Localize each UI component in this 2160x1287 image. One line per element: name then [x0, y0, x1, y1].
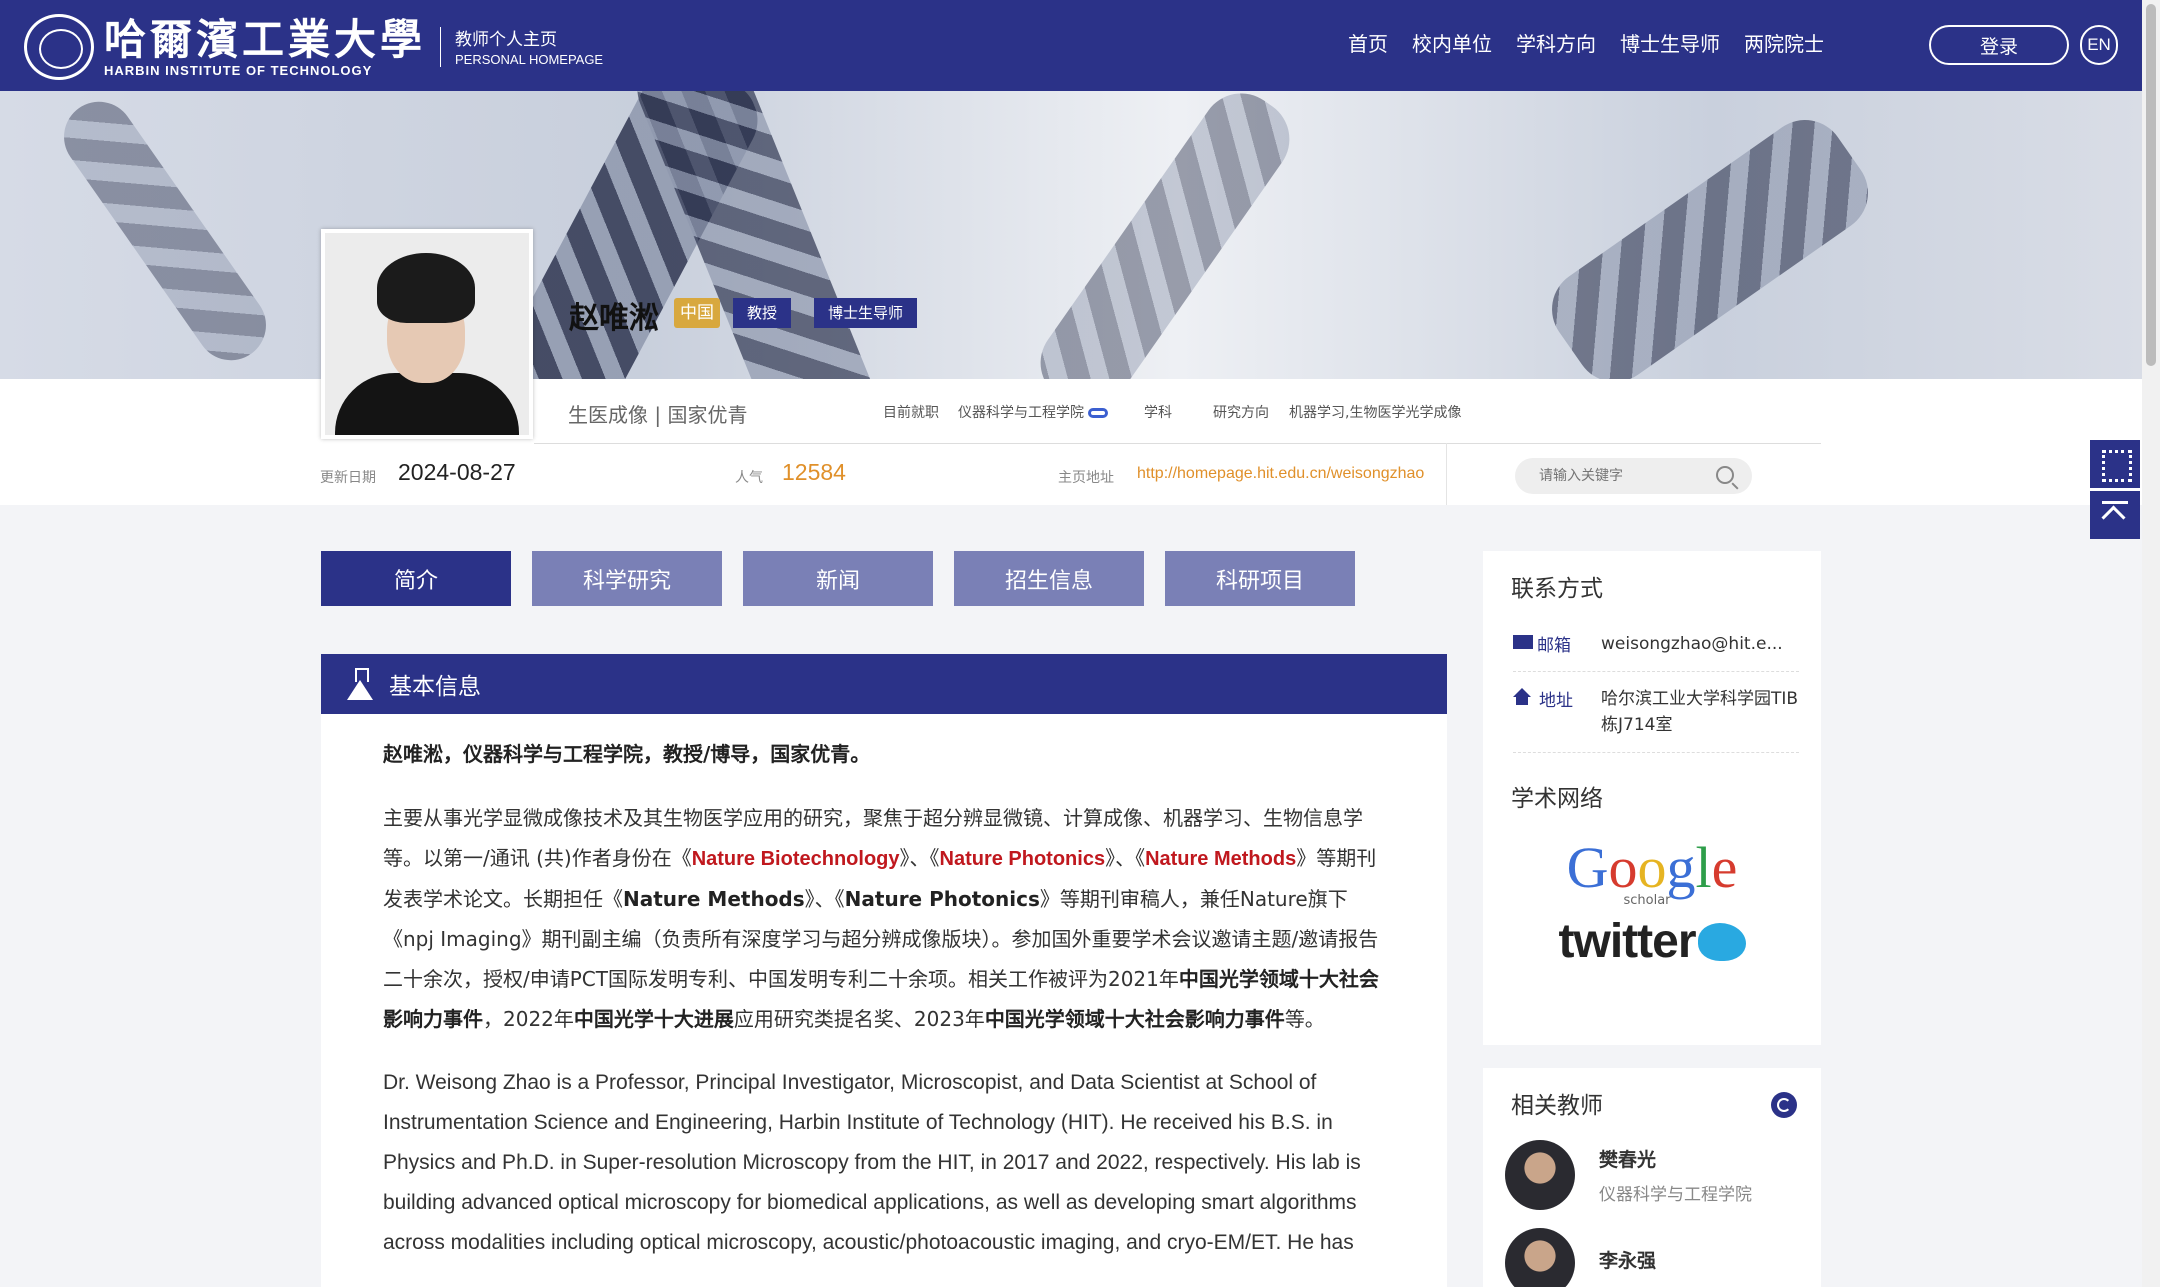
- updated-date: 2024-08-27: [398, 459, 516, 485]
- teacher-name: 李永强: [1599, 1249, 1657, 1272]
- scholar-caption: scholar: [1623, 893, 1671, 908]
- avatar: [1505, 1140, 1575, 1210]
- nav-phd-supervisors[interactable]: 博士生导师: [1620, 28, 1720, 57]
- mail-icon: [1513, 635, 1533, 649]
- content-tabs: 简介 科学研究 新闻 招生信息 科研项目: [321, 551, 1355, 606]
- contact-address-row: 地址 哈尔滨工业大学科学园TIB栋J714室: [1513, 672, 1799, 753]
- nav-home[interactable]: 首页: [1348, 28, 1388, 57]
- divider: [1446, 443, 1447, 505]
- google-scholar-logo[interactable]: Google: [1483, 837, 1821, 899]
- research-value: 机器学习,生物医学光学成像: [1289, 405, 1462, 421]
- top-navbar: 哈爾濱工業大學 HARBIN INSTITUTE OF TECHNOLOGY 教…: [0, 0, 2142, 91]
- address-label: 地址: [1539, 691, 1573, 711]
- intro-paragraph-en: Dr. Weisong Zhao is a Professor, Princip…: [383, 1071, 1361, 1254]
- popularity-count: 12584: [782, 459, 846, 485]
- teacher-name: 赵唯淞: [569, 301, 659, 336]
- section-title: 基本信息: [389, 674, 481, 700]
- network-title: 学术网络: [1511, 786, 1603, 812]
- email-value[interactable]: weisongzhao@hit.e...: [1601, 631, 1799, 657]
- research-label: 研究方向: [1213, 405, 1269, 421]
- section-header: 基本信息: [321, 654, 1447, 714]
- employer-name: 仪器科学与工程学院: [958, 405, 1084, 421]
- teacher-dept: 仪器科学与工程学院: [1599, 1185, 1752, 1205]
- discipline-label: 学科: [1144, 405, 1172, 421]
- homepage-label-cn: 教师个人主页: [455, 29, 558, 50]
- tab-admissions[interactable]: 招生信息: [954, 551, 1144, 606]
- supervisor-badge: 博士生导师: [814, 298, 918, 328]
- flask-icon: [345, 668, 375, 700]
- logo-chinese: 哈爾濱工業大學: [104, 14, 427, 64]
- logo-english: HARBIN INSTITUTE OF TECHNOLOGY: [104, 62, 373, 78]
- divider: [534, 443, 1821, 444]
- related-teacher-item[interactable]: 樊春光 仪器科学与工程学院: [1505, 1140, 1799, 1210]
- profile-photo: [321, 229, 533, 439]
- seal-icon: [24, 14, 94, 80]
- homepage-url-link[interactable]: http://homepage.hit.edu.cn/weisongzhao: [1137, 465, 1424, 483]
- logo-divider: [440, 27, 442, 67]
- contact-card: 联系方式 邮箱 weisongzhao@hit.e... 地址 哈尔滨工业大学科…: [1483, 551, 1821, 1045]
- page-scrollbar[interactable]: [2142, 0, 2160, 1287]
- address-value: 哈尔滨工业大学科学园TIB栋J714室: [1601, 689, 1799, 735]
- tab-news[interactable]: 新闻: [743, 551, 933, 606]
- qr-code-icon[interactable]: [2090, 440, 2140, 488]
- related-teacher-item[interactable]: 李永强: [1505, 1228, 1799, 1287]
- dna-helix-image: [1024, 91, 1306, 379]
- floating-toolbar: [2090, 440, 2140, 542]
- profile-motto: 生医成像 | 国家优青: [568, 403, 748, 427]
- nav-units[interactable]: 校内单位: [1412, 28, 1492, 57]
- university-logo[interactable]: 哈爾濱工業大學 HARBIN INSTITUTE OF TECHNOLOGY 教…: [24, 14, 603, 80]
- intro-section: 基本信息 赵唯淞，仪器科学与工程学院，教授/博导，国家优青。 主要从事光学显微成…: [321, 654, 1447, 1287]
- country-badge: 中国: [674, 298, 720, 328]
- avatar: [1505, 1228, 1575, 1287]
- link-icon: [1088, 408, 1108, 418]
- twitter-bird-icon: [1697, 922, 1746, 961]
- scrollbar-thumb[interactable]: [2146, 4, 2156, 366]
- popularity-label: 人气: [735, 470, 763, 486]
- intro-lead: 赵唯淞，仪器科学与工程学院，教授/博导，国家优青。: [383, 742, 871, 766]
- updated-label: 更新日期: [320, 470, 376, 486]
- twitter-wordmark: twitter: [1558, 915, 1697, 968]
- contact-email-row: 邮箱 weisongzhao@hit.e...: [1513, 617, 1799, 672]
- title-badge: 教授: [733, 298, 792, 328]
- main-nav: 首页 校内单位 学科方向 博士生导师 两院院士: [1348, 28, 1824, 57]
- related-title: 相关教师: [1511, 1093, 1603, 1119]
- twitter-link[interactable]: twitter: [1483, 914, 1821, 969]
- teacher-name: 樊春光: [1599, 1149, 1657, 1171]
- chromosome-image: [50, 91, 280, 374]
- email-label: 邮箱: [1537, 636, 1571, 656]
- chromosome-image: [1536, 104, 1884, 379]
- refresh-icon[interactable]: [1771, 1092, 1797, 1118]
- search-icon[interactable]: [1716, 466, 1734, 484]
- tab-research[interactable]: 科学研究: [532, 551, 722, 606]
- employer-label: 目前就职: [883, 405, 939, 421]
- url-label: 主页地址: [1058, 470, 1114, 486]
- intro-paragraph-cn: 主要从事光学显微成像技术及其生物医学应用的研究，聚焦于超分辨显微镜、计算成像、机…: [383, 806, 1379, 1031]
- home-icon: [1513, 688, 1531, 705]
- back-to-top-icon[interactable]: [2090, 491, 2140, 539]
- login-button[interactable]: 登录: [1929, 25, 2069, 65]
- nav-academicians[interactable]: 两院院士: [1744, 28, 1824, 57]
- language-toggle-button[interactable]: EN: [2080, 25, 2118, 65]
- nav-disciplines[interactable]: 学科方向: [1516, 28, 1596, 57]
- contact-title: 联系方式: [1511, 576, 1603, 602]
- related-teachers-card: 相关教师 樊春光 仪器科学与工程学院 李永强: [1483, 1068, 1821, 1287]
- tab-intro[interactable]: 简介: [321, 551, 511, 606]
- tab-projects[interactable]: 科研项目: [1165, 551, 1355, 606]
- search-box: [1515, 458, 1752, 494]
- employer-link[interactable]: 仪器科学与工程学院: [958, 402, 1108, 422]
- search-input[interactable]: [1539, 458, 1719, 494]
- homepage-label-en: PERSONAL HOMEPAGE: [455, 51, 604, 67]
